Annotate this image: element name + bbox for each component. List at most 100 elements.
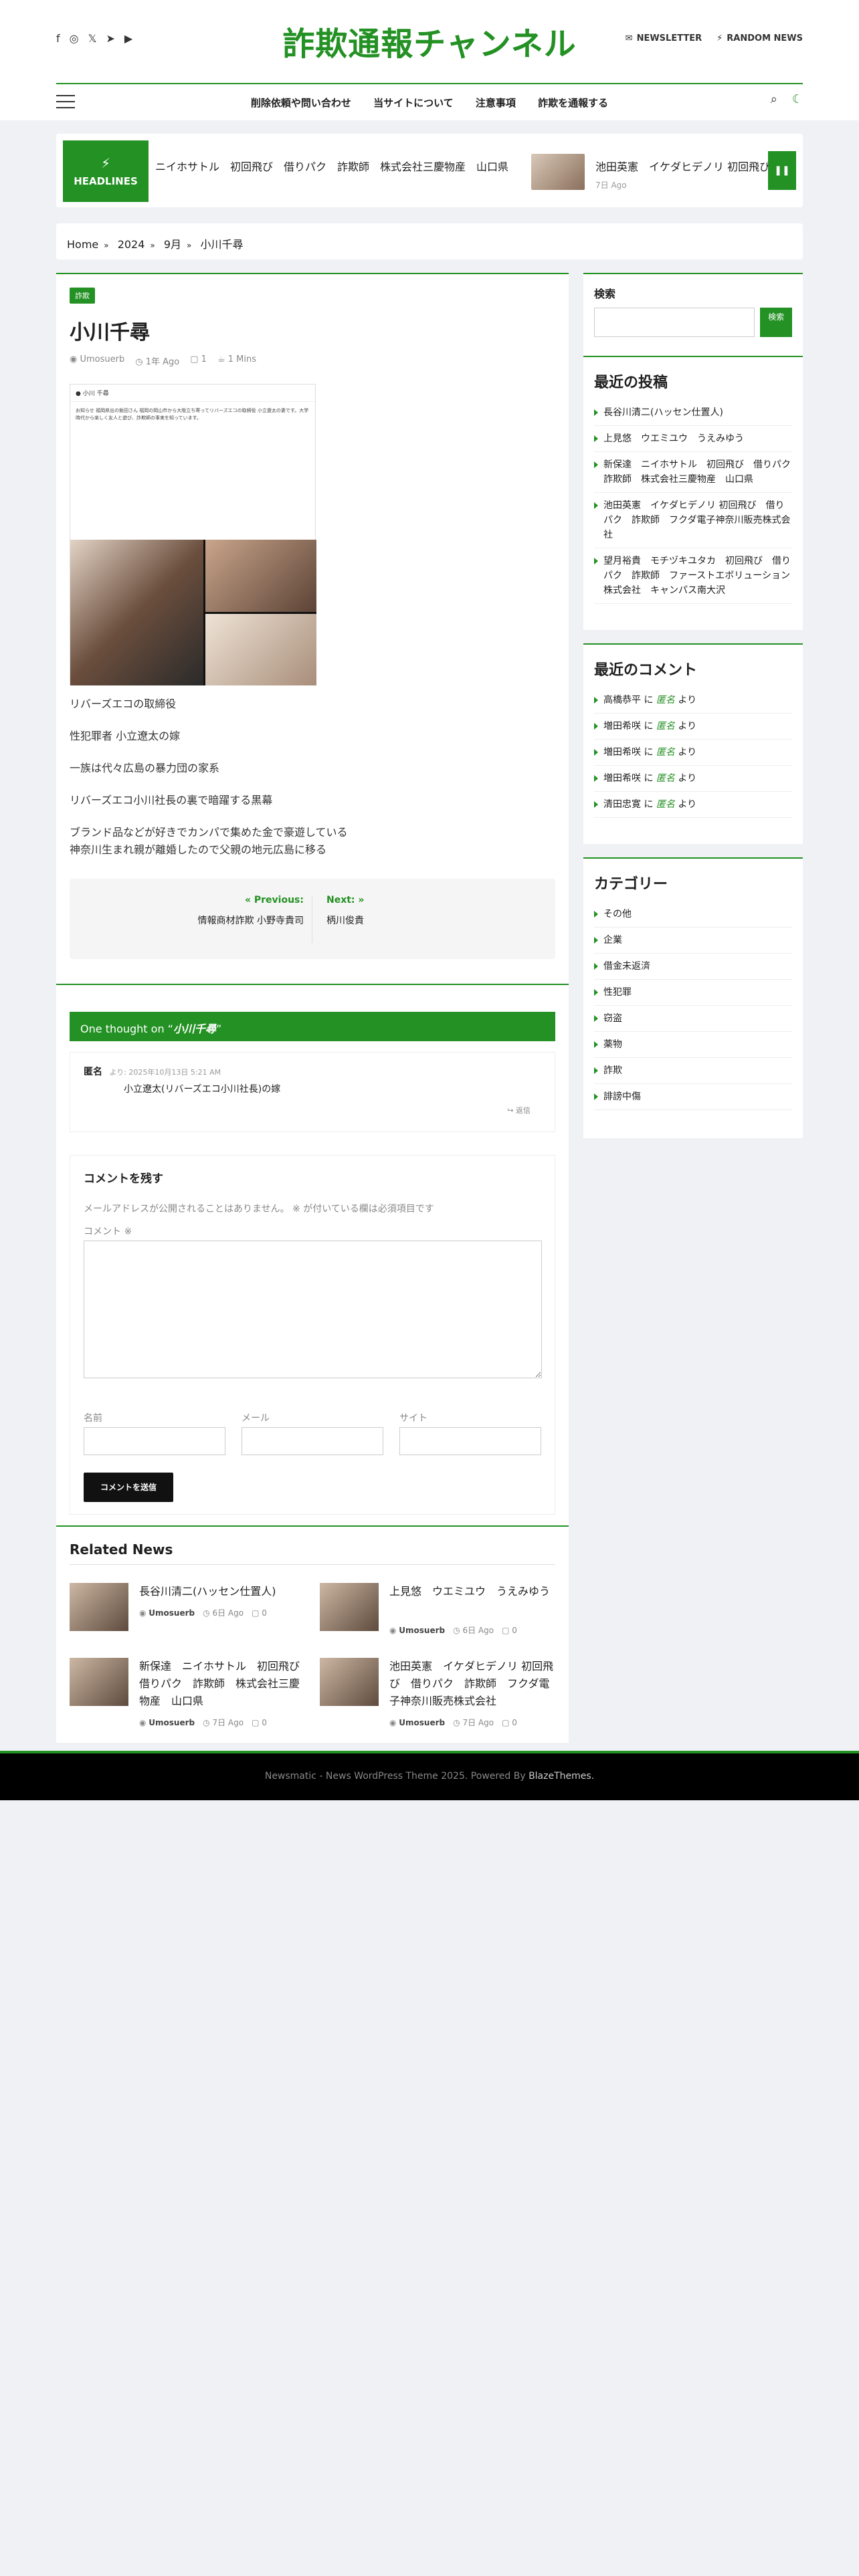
recent-post-link[interactable]: 池田英憲 イケダヒデノリ 初回飛び 借りパク 詐欺師 フクダ電子神奈川販売株式会… — [594, 493, 792, 548]
email-label: メール — [242, 1413, 270, 1424]
avatar: ● — [76, 391, 83, 397]
breadcrumb-home[interactable]: Home — [67, 238, 98, 251]
double-chevron-left-icon: « — [244, 895, 254, 905]
related-thumbnail[interactable] — [70, 1658, 128, 1706]
comment-item: 匿名 より: 2025年10月13日 5:21 AM 小立遼太(リバーズエコ小川… — [70, 1052, 555, 1132]
search-icon[interactable]: ⌕ — [771, 92, 777, 106]
category-link[interactable]: 詐欺 — [594, 1058, 792, 1084]
double-chevron-right-icon: » — [355, 895, 365, 905]
category-link[interactable]: 誹謗中傷 — [594, 1084, 792, 1110]
dark-mode-toggle-icon[interactable]: ☾ — [792, 92, 803, 106]
post-paragraph: 性犯罪者 小立遼太の嫁 — [70, 730, 181, 742]
category-badge[interactable]: 詐欺 — [70, 288, 95, 304]
recent-comments-widget: 最近のコメント 高橋恭平 に 匿名 より 増田希咲 に 匿名 より 増田希咲 に… — [583, 643, 803, 844]
category-link[interactable]: その他 — [594, 901, 792, 928]
comment-form: コメントを残す メールアドレスが公開されることはありません。 ※ が付いている欄… — [70, 1155, 555, 1515]
recent-comment-item: 増田希咲 に 匿名 より — [594, 740, 792, 766]
image-post-text: お知らせ 福岡県出の飯田さん 福岡の岡山市から大阪立ち寄ってリバーズエコの取締役… — [76, 408, 309, 421]
comment-label: コメント ※ — [84, 1226, 132, 1237]
recent-post-link[interactable]: 新保達 ニイホサトル 初回飛び 借りパク 詐欺師 株式会社三慶物産 山口県 — [594, 452, 800, 493]
nav-item-report[interactable]: 詐欺を通報する — [538, 97, 608, 109]
recent-comment-link[interactable]: 匿名 — [656, 695, 675, 706]
post-title: 小川千尋 — [70, 321, 150, 344]
post-image[interactable]: ● 小川 千尋 お知らせ 福岡県出の飯田さん 福岡の岡山市から大阪立ち寄ってリバ… — [70, 384, 316, 685]
categories-widget: カテゴリー その他 企業 借金未返済 性犯罪 窃盗 薬物 詐欺 誹謗中傷 — [583, 857, 803, 1138]
search-button[interactable]: 検索 — [760, 308, 792, 337]
previous-post-link[interactable]: « Previous: 情報商材詐欺 小野寺貴司 — [83, 895, 304, 927]
ticker-item[interactable]: ニイホサトル 初回飛び 借りパク 詐欺師 株式会社三慶物産 山口県 — [155, 158, 508, 174]
name-field[interactable] — [84, 1427, 225, 1455]
post-author[interactable]: ◉ Umosuerb — [70, 354, 124, 367]
comment-icon: ▢ — [252, 1718, 262, 1727]
recent-comment-link[interactable]: 匿名 — [656, 721, 675, 732]
recent-comment-item: 増田希咲 に 匿名 より — [594, 714, 792, 740]
category-link[interactable]: 企業 — [594, 928, 792, 954]
related-item[interactable]: 上見悠 ウエミユウ うえみゆう ◉ Umosuerb ◷ 6日 Ago ▢ 0 — [320, 1583, 555, 1650]
email-field[interactable] — [242, 1427, 383, 1455]
headlines-label: ⚡ HEADLINES — [63, 140, 149, 202]
bolt-icon: ⚡ — [100, 155, 111, 171]
ticker-thumbnail[interactable] — [531, 154, 585, 190]
nav-item-contact[interactable]: 削除依頼や問い合わせ — [251, 97, 351, 109]
recent-comment-item: 増田希咲 に 匿名 より — [594, 766, 792, 792]
newsletter-link[interactable]: ✉ NEWSLETTER — [626, 33, 702, 43]
category-link[interactable]: 借金未返済 — [594, 954, 792, 980]
site-label: サイト — [399, 1413, 427, 1424]
nav-menu: 削除依頼や問い合わせ 当サイトについて 注意事項 詐欺を通報する — [56, 96, 803, 110]
comment-date[interactable]: より: 2025年10月13日 5:21 AM — [109, 1068, 221, 1077]
recent-comment-link[interactable]: 匿名 — [656, 773, 675, 784]
comment-textarea[interactable] — [84, 1241, 542, 1378]
post-paragraph: リバーズエコ小川社長の裏で暗躍する黒幕 — [70, 794, 273, 807]
related-thumbnail[interactable] — [320, 1583, 379, 1631]
user-icon: ◉ — [389, 1626, 399, 1635]
related-thumbnail[interactable] — [320, 1658, 379, 1706]
related-item[interactable]: 池田英憲 イケダヒデノリ 初回飛び 借りパク 詐欺師 フクダ電子神奈川販売株式会… — [320, 1658, 555, 1727]
random-news-link[interactable]: ⚡ RANDOM NEWS — [717, 33, 803, 43]
header-links: ✉ NEWSLETTER ⚡ RANDOM NEWS — [626, 33, 803, 43]
related-thumbnail[interactable] — [70, 1583, 128, 1631]
breadcrumb-year[interactable]: 2024 — [118, 238, 145, 251]
comments-heading: One thought on “小川千尋” — [70, 1012, 555, 1041]
breadcrumb: Home » 2024 » 9月 » 小川千尋 — [56, 223, 803, 259]
recent-comment-link[interactable]: 匿名 — [656, 799, 675, 810]
comment-text: 小立遼太(リバーズエコ小川社長)の嫁 — [124, 1084, 281, 1095]
next-post-link[interactable]: Next: » 柄川俊貴 — [326, 895, 364, 927]
recent-post-link[interactable]: 上見悠 ウエミユウ うえみゆう — [594, 426, 792, 452]
post-paragraph: ブランド品などが好きでカンパで集めた金で豪遊している 神奈川生まれ親が離婚したの… — [70, 826, 348, 856]
site-field[interactable] — [399, 1427, 541, 1455]
user-icon: ◉ — [139, 1718, 149, 1727]
bolt-icon: ⚡ — [717, 33, 723, 43]
reply-button[interactable]: ↪ 返信 — [507, 1105, 531, 1115]
related-item[interactable]: 新保達 ニイホサトル 初回飛び 借りパク 詐欺師 株式会社三慶物産 山口県 ◉ … — [70, 1658, 310, 1727]
category-link[interactable]: 薬物 — [594, 1032, 792, 1058]
post-read-time: ☕ 1 Mins — [217, 354, 256, 364]
pause-icon[interactable]: ❚❚ — [768, 151, 796, 190]
comment-author: 匿名 — [84, 1067, 102, 1077]
clock-icon: ◷ — [453, 1626, 463, 1635]
comment-form-title: コメントを残す — [84, 1172, 163, 1186]
post-article: 詐欺 小川千尋 ◉ Umosuerb ◷ 1年 Ago ▢ 1 ☕ 1 Mins… — [56, 273, 569, 984]
related-news-title: Related News — [70, 1541, 173, 1558]
category-link[interactable]: 窃盗 — [594, 1006, 792, 1032]
breadcrumb-month[interactable]: 9月 — [164, 238, 181, 251]
recent-post-link[interactable]: 望月裕貴 モチヅキユタカ 初回飛び 借りパク 詐欺師 ファーストエボリューション… — [594, 548, 792, 604]
recent-comment-link[interactable]: 匿名 — [656, 747, 675, 758]
recent-posts-widget: 最近の投稿 長谷川清二(ハッセン仕置人) 上見悠 ウエミユウ うえみゆう 新保達… — [583, 356, 803, 630]
post-comments-count[interactable]: ▢ 1 — [190, 354, 207, 367]
ticker-item[interactable]: 池田英憲 イケダヒデノリ 初回飛び 7日 Ago — [595, 158, 770, 191]
reply-icon: ↪ — [507, 1106, 516, 1115]
category-link[interactable]: 性犯罪 — [594, 980, 792, 1006]
related-item[interactable]: 長谷川清二(ハッセン仕置人) ◉ Umosuerb ◷ 6日 Ago ▢ 0 — [70, 1583, 305, 1650]
user-icon: ◉ — [70, 354, 80, 364]
headlines-ticker: ⚡ HEADLINES ニイホサトル 初回飛び 借りパク 詐欺師 株式会社三慶物産… — [56, 134, 803, 207]
post-date[interactable]: ◷ 1年 Ago — [135, 354, 179, 367]
user-icon: ◉ — [389, 1718, 399, 1727]
nav-item-about[interactable]: 当サイトについて — [373, 97, 454, 109]
search-input[interactable] — [594, 308, 755, 337]
recent-post-link[interactable]: 長谷川清二(ハッセン仕置人) — [594, 400, 792, 426]
submit-comment-button[interactable]: コメントを送信 — [84, 1473, 173, 1502]
nav-item-notes[interactable]: 注意事項 — [476, 97, 516, 109]
breadcrumb-current: 小川千尋 — [200, 238, 244, 251]
footer-link[interactable]: BlazeThemes. — [529, 1771, 594, 1782]
footer-text: Newsmatic - News WordPress Theme 2025. P… — [264, 1771, 529, 1782]
